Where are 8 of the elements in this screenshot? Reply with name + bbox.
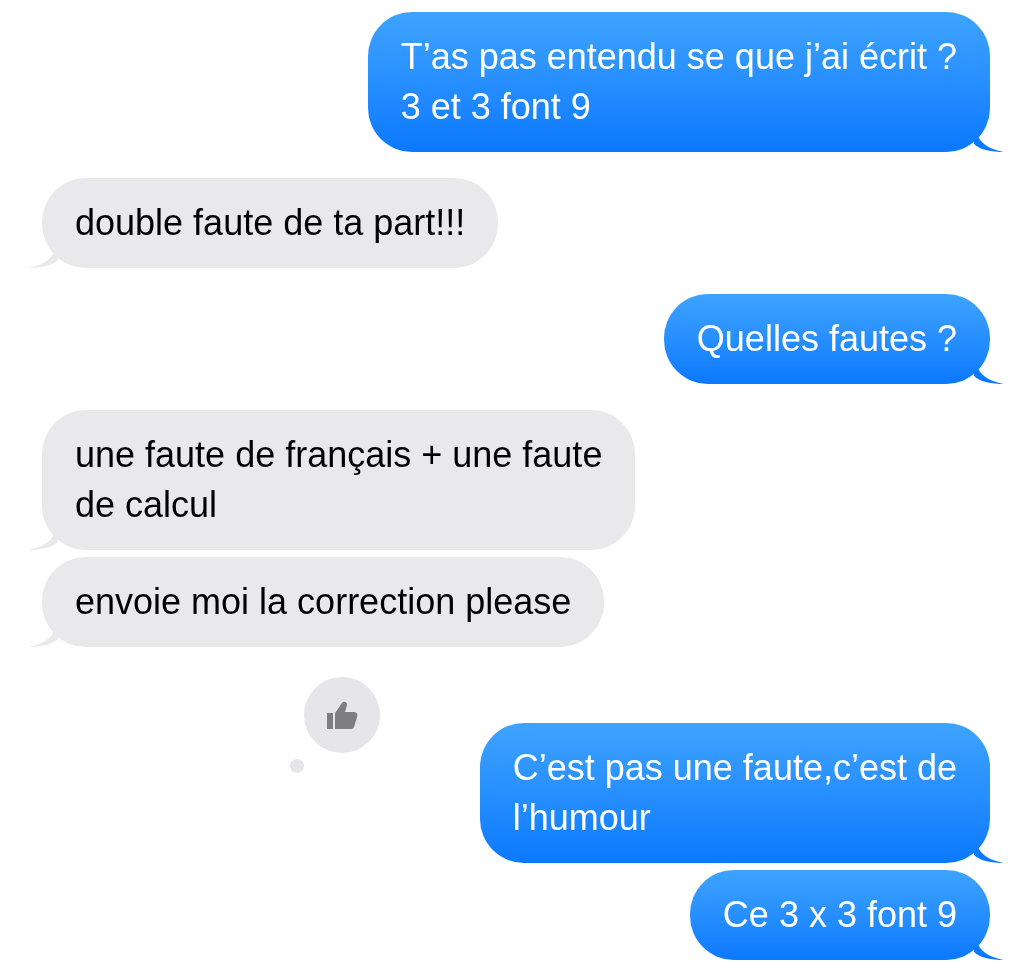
thumbs-up-icon — [325, 699, 359, 731]
message-bubble: T’as pas entendu se que j’ai écrit ? 3 et 3 font 9 — [367, 12, 990, 152]
message-bubble: Quelles fautes ? — [663, 294, 990, 384]
message-bubble: C’est pas une faute,c’est de l’humour — [479, 723, 990, 863]
message-bubble: envoie moi la correction please — [42, 557, 605, 647]
message-bubble: Ce 3 x 3 font 9 — [689, 870, 990, 960]
message-bubble: double faute de ta part!!! — [42, 178, 499, 268]
message-bubble: une faute de français + une faute de calcul — [42, 410, 636, 550]
